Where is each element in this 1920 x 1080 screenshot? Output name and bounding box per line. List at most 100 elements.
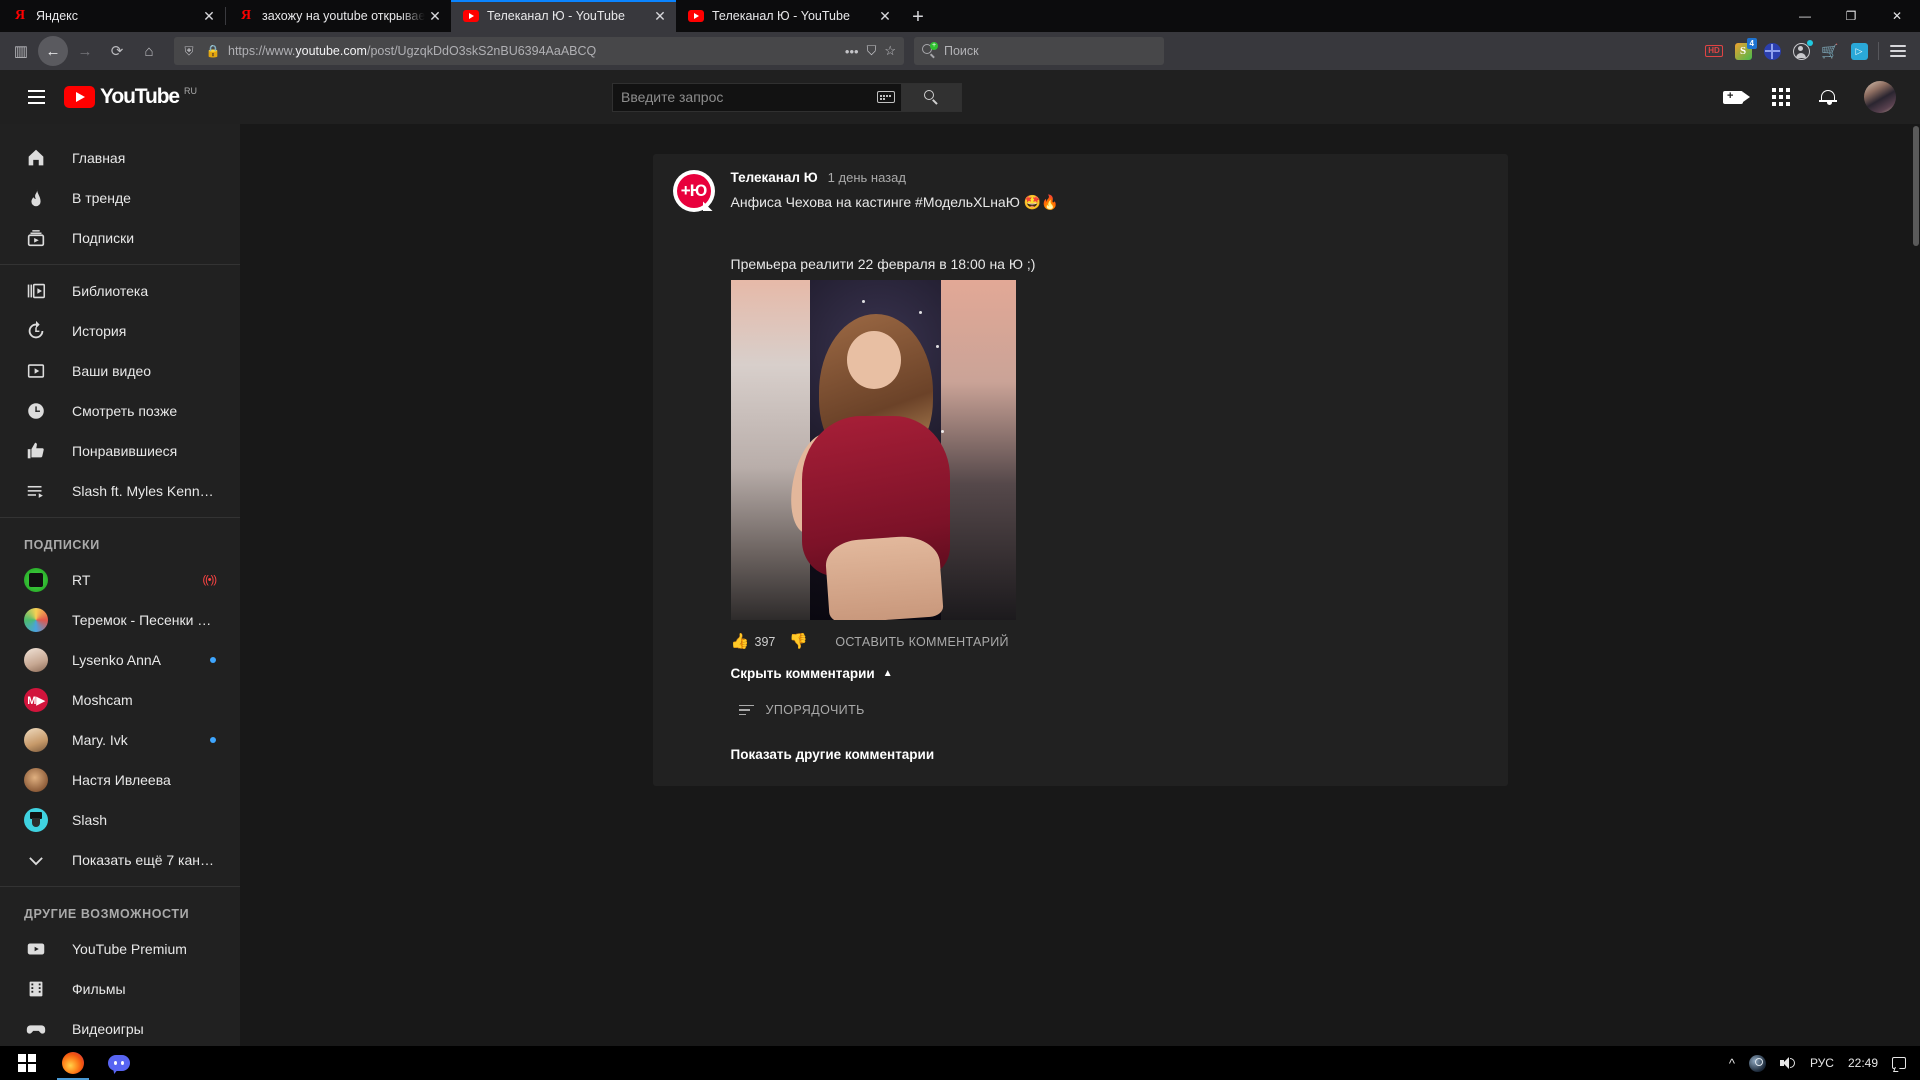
- sidebar-item-label: Настя Ивлеева: [72, 772, 171, 788]
- sidebar-channel-ivleeva[interactable]: Настя Ивлеева: [0, 760, 240, 800]
- language-indicator[interactable]: РУС: [1810, 1056, 1834, 1070]
- sidebar-item-label: Slash: [72, 812, 108, 828]
- close-icon[interactable]: ✕: [650, 6, 670, 26]
- page-actions-icon[interactable]: •••: [845, 44, 859, 59]
- lock-icon[interactable]: 🔒: [204, 44, 222, 58]
- keyboard-icon[interactable]: [877, 91, 895, 103]
- sidebar-item-gaming[interactable]: Видеоигры: [0, 1009, 240, 1046]
- youtube-logo[interactable]: YouTube RU: [64, 86, 197, 108]
- sidebar-item-subscriptions[interactable]: Подписки: [0, 218, 240, 258]
- create-video-icon[interactable]: +: [1720, 84, 1750, 110]
- browser-tab-3-active[interactable]: Телеканал Ю - YouTube ✕: [451, 0, 676, 32]
- youtube-icon: [463, 8, 479, 24]
- sidebar-channel-moshcam[interactable]: M▶ Moshcam: [0, 680, 240, 720]
- browser-tab-1[interactable]: Я Яндекс ✕: [0, 0, 225, 32]
- account-icon[interactable]: [1791, 40, 1813, 61]
- sort-comments-button[interactable]: УПОРЯДОЧИТЬ: [731, 703, 1488, 717]
- hd-icon[interactable]: HD: [1704, 41, 1724, 61]
- browser-tab-4[interactable]: Телеканал Ю - YouTube ✕: [676, 0, 901, 32]
- close-window-button[interactable]: ✕: [1874, 0, 1920, 32]
- sidebar-toggle-icon[interactable]: ▥: [6, 36, 36, 66]
- post-image[interactable]: [730, 280, 1016, 620]
- close-icon[interactable]: ✕: [199, 6, 219, 26]
- shield-icon[interactable]: ⛨: [180, 44, 198, 59]
- sidebar-show-more-channels[interactable]: Показать ещё 7 кан…: [0, 840, 240, 880]
- library-icon: [24, 279, 48, 303]
- discord-icon[interactable]: [96, 1046, 142, 1080]
- sidebar-channel-teremok[interactable]: Теремок - Песенки …: [0, 600, 240, 640]
- sidebar-item-label: Moshcam: [72, 692, 133, 708]
- new-tab-button[interactable]: +: [901, 2, 935, 32]
- close-icon[interactable]: ✕: [425, 6, 445, 26]
- search-placeholder: Введите запрос: [621, 89, 724, 105]
- firefox-icon[interactable]: [50, 1046, 96, 1080]
- sidebar-item-history[interactable]: История: [0, 311, 240, 351]
- sidebar-item-home[interactable]: Главная: [0, 138, 240, 178]
- like-button[interactable]: 👍 397: [731, 634, 776, 650]
- forward-button[interactable]: →: [70, 36, 100, 66]
- page-scrollbar[interactable]: [1912, 124, 1920, 1046]
- search-placeholder: Поиск: [944, 44, 979, 58]
- sidebar-item-label: RT: [72, 572, 91, 588]
- notifications-bell-icon[interactable]: [1816, 84, 1842, 110]
- minimize-button[interactable]: —: [1782, 0, 1828, 32]
- sidebar-item-watch-later[interactable]: Смотреть позже: [0, 391, 240, 431]
- home-button[interactable]: ⌂: [134, 36, 164, 66]
- sidebar-item-trending[interactable]: В тренде: [0, 178, 240, 218]
- video-downloader-icon[interactable]: ▷: [1849, 41, 1869, 61]
- avatar[interactable]: [1864, 81, 1896, 113]
- pocket-icon[interactable]: ⛉: [867, 43, 877, 59]
- address-bar[interactable]: ⛨ 🔒 https://www.youtube.com/post/UgzqkDd…: [174, 37, 904, 65]
- avatar-tail: [702, 201, 713, 211]
- channel-avatar: [24, 808, 48, 832]
- post-text-line-2: Премьера реалити 22 февраля в 18:00 на Ю…: [730, 256, 1036, 272]
- apps-grid-icon[interactable]: [1768, 84, 1794, 110]
- sidebar-item-films[interactable]: Фильмы: [0, 969, 240, 1009]
- show-more-comments-button[interactable]: Показать другие комментарии: [731, 747, 1488, 762]
- globe-icon[interactable]: [1762, 41, 1782, 61]
- clock[interactable]: 22:49: [1848, 1056, 1878, 1070]
- notification-icon[interactable]: [1892, 1057, 1906, 1069]
- cart-icon[interactable]: 🛒: [1820, 41, 1840, 61]
- search-submit-button[interactable]: [902, 82, 962, 112]
- scrollbar-thumb[interactable]: [1913, 126, 1919, 246]
- tab-title: Телеканал Ю - YouTube: [487, 9, 625, 23]
- sidebar-item-library[interactable]: Библиотека: [0, 271, 240, 311]
- bookmark-icon[interactable]: ☆: [884, 43, 896, 59]
- sidebar-item-label: Slash ft. Myles Kenne…: [72, 483, 216, 499]
- browser-tab-2[interactable]: Я захожу на youtube открывается ✕: [226, 0, 451, 32]
- windows-start-icon[interactable]: [4, 1046, 50, 1080]
- sidebar-item-label: Фильмы: [72, 981, 126, 997]
- savefrom-icon[interactable]: S 4: [1733, 38, 1757, 61]
- browser-tabstrip: Я Яндекс ✕ Я захожу на youtube открывает…: [0, 0, 1920, 32]
- browser-menu-icon[interactable]: [1888, 41, 1908, 61]
- channel-name[interactable]: Телеканал Ю: [731, 170, 818, 185]
- sidebar-item-liked-videos[interactable]: Понравившиеся: [0, 431, 240, 471]
- sidebar-channel-rt[interactable]: RT ((•)): [0, 560, 240, 600]
- channel-avatar[interactable]: +Ю: [672, 170, 715, 212]
- sidebar-item-label: В тренде: [72, 190, 131, 206]
- steam-icon[interactable]: [1748, 1054, 1766, 1072]
- restore-button[interactable]: ❐: [1828, 0, 1874, 32]
- main-content: +Ю Телеканал Ю 1 день назад Анфиса Чехов…: [240, 124, 1920, 1046]
- browser-search-bar[interactable]: + Поиск: [914, 37, 1164, 65]
- sidebar-item-your-videos[interactable]: Ваши видео: [0, 351, 240, 391]
- thumb-up-icon: 👍: [730, 633, 750, 650]
- sidebar-channel-lysenko[interactable]: Lysenko AnnA: [0, 640, 240, 680]
- hide-comments-button[interactable]: Скрыть комментарии ▲: [731, 666, 1488, 681]
- guide-menu-icon[interactable]: [16, 77, 56, 117]
- sidebar-item-playlist[interactable]: Slash ft. Myles Kenne…: [0, 471, 240, 511]
- dislike-button[interactable]: 👎: [789, 634, 808, 650]
- sidebar-item-label: Ваши видео: [72, 363, 152, 379]
- reload-button[interactable]: ⟳: [102, 36, 132, 66]
- add-comment-button[interactable]: ОСТАВИТЬ КОММЕНТАРИЙ: [835, 635, 1008, 649]
- avatar-initials: +Ю: [676, 174, 711, 208]
- sidebar-channel-slash[interactable]: Slash: [0, 800, 240, 840]
- volume-icon[interactable]: [1779, 1056, 1796, 1070]
- sidebar-channel-mary[interactable]: Mary. Ivk: [0, 720, 240, 760]
- search-input[interactable]: Введите запрос: [612, 82, 902, 112]
- sidebar-item-premium[interactable]: YouTube Premium: [0, 929, 240, 969]
- chevron-up-icon[interactable]: ^: [1729, 1056, 1735, 1071]
- close-icon[interactable]: ✕: [875, 6, 895, 26]
- back-button[interactable]: ←: [38, 36, 68, 66]
